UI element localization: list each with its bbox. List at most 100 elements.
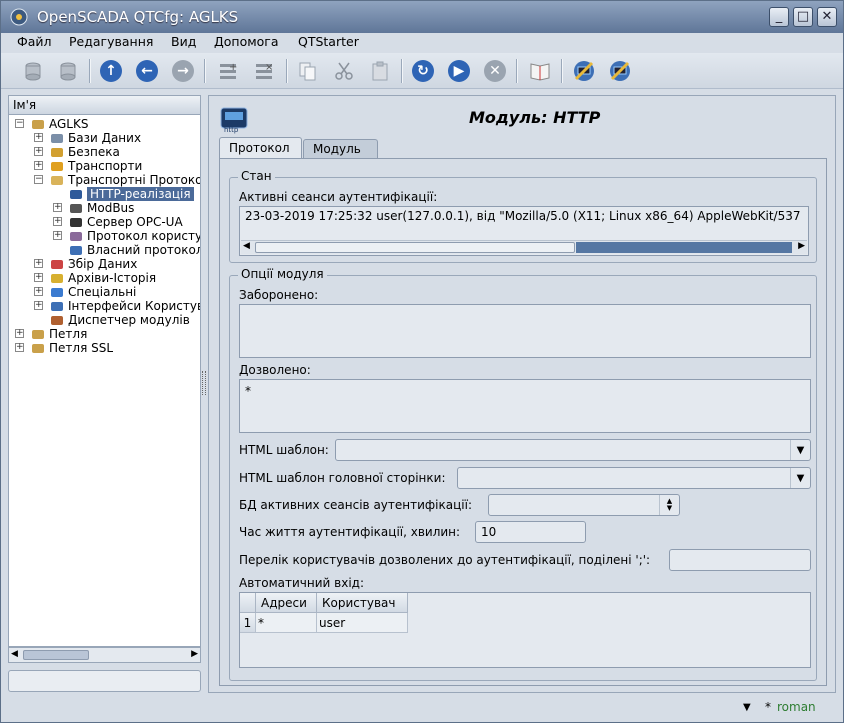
sessions-db-select[interactable]: ▲ ▼ xyxy=(488,494,680,516)
menu-view[interactable]: Вид xyxy=(171,34,196,49)
expand-icon[interactable]: + xyxy=(15,329,24,338)
tree-item-ui[interactable]: + Інтерфейси Користувача xyxy=(9,299,200,313)
html-template-select[interactable]: ▼ xyxy=(335,439,811,461)
menu-help[interactable]: Допомога xyxy=(214,34,279,49)
modified-indicator: * xyxy=(765,700,771,714)
expand-icon[interactable]: + xyxy=(53,231,62,240)
collapse-icon[interactable]: − xyxy=(34,175,43,184)
menu-qtstarter[interactable]: QTStarter xyxy=(298,34,359,49)
cut-button[interactable] xyxy=(331,58,357,84)
allowed-users-input[interactable] xyxy=(669,549,811,571)
db-icon xyxy=(50,131,64,145)
autologin-table[interactable]: Адреси Користувач 1 * user xyxy=(239,592,811,668)
expand-icon[interactable]: + xyxy=(53,217,62,226)
stop-button[interactable]: ✕ xyxy=(482,58,508,84)
column-header-addresses[interactable]: Адреси xyxy=(256,593,317,613)
expand-icon[interactable]: + xyxy=(34,287,43,296)
tree-header[interactable]: Ім'я xyxy=(8,95,201,115)
expand-icon[interactable]: + xyxy=(53,203,62,212)
chevron-down-icon[interactable]: ▼ xyxy=(790,468,810,488)
expand-icon[interactable]: + xyxy=(34,161,43,170)
tree-item-db[interactable]: + Бази Даних xyxy=(9,131,200,145)
scroll-right-arrow-icon[interactable]: ▶ xyxy=(798,241,805,251)
tab-protocol[interactable]: Протокол xyxy=(219,137,302,158)
expand-icon[interactable]: + xyxy=(34,147,43,156)
scroll-right-arrow-icon[interactable]: ▶ xyxy=(191,649,198,659)
page-title: Модуль: HTTP xyxy=(469,108,601,127)
allowed-value: * xyxy=(245,384,251,398)
tree-item-archive[interactable]: + Архіви-Історія xyxy=(9,271,200,285)
tree-item-transport[interactable]: + Транспорти xyxy=(9,159,200,173)
allowed-textarea[interactable]: * xyxy=(239,379,811,433)
menu-file[interactable]: Файл xyxy=(17,34,52,49)
menu-bar: Файл Редагування Вид Допомога QTStarter xyxy=(1,33,843,53)
chevron-down-icon[interactable]: ▼ xyxy=(743,702,751,713)
scroll-left-arrow-icon[interactable]: ◀ xyxy=(11,649,18,659)
refresh-button[interactable]: ↻ xyxy=(410,58,436,84)
modbus-icon xyxy=(69,201,83,215)
denied-textarea[interactable] xyxy=(239,304,811,358)
column-header-user[interactable]: Користувач xyxy=(317,593,408,613)
sessions-horizontal-scrollbar[interactable]: ◀ ▶ xyxy=(241,240,807,254)
expand-icon[interactable]: + xyxy=(34,301,43,310)
manual-button[interactable] xyxy=(527,58,553,84)
up-button[interactable]: ↑ xyxy=(98,58,124,84)
main-page-template-select[interactable]: ▼ xyxy=(457,467,811,489)
config-button-1[interactable] xyxy=(571,58,597,84)
db-save-button[interactable] xyxy=(55,58,81,84)
tree-item-user-protocol[interactable]: + Протокол користувача xyxy=(9,229,200,243)
maximize-button[interactable]: □ xyxy=(793,7,813,27)
tree-item-folder[interactable]: + Петля xyxy=(9,327,200,341)
table-cell-address[interactable]: * xyxy=(256,613,317,633)
config-button-2[interactable] xyxy=(607,58,633,84)
tab-module[interactable]: Модуль xyxy=(303,139,378,159)
tree-item-security[interactable]: + Безпека xyxy=(9,145,200,159)
tree-item-modbus[interactable]: + ModBus xyxy=(9,201,200,215)
copy-icon xyxy=(299,62,316,81)
tree-item-label: HTTP-реалізація xyxy=(87,187,194,201)
back-button[interactable]: ← xyxy=(134,58,160,84)
paste-button[interactable] xyxy=(367,58,393,84)
close-window-button[interactable]: ✕ xyxy=(817,7,837,27)
tree-horizontal-scrollbar[interactable]: ◀ ▶ xyxy=(8,647,201,663)
expand-icon[interactable]: + xyxy=(34,133,43,142)
tree-item-folder-open[interactable]: − Транспортні Протоколи xyxy=(9,173,200,187)
tree-item-self-protocol[interactable]: Власний протокол xyxy=(9,243,200,257)
tree-item-modsched[interactable]: Диспетчер модулів xyxy=(9,313,200,327)
auth-lifetime-input[interactable]: 10 xyxy=(475,521,586,543)
tree-item-http[interactable]: HTTP-реалізація xyxy=(9,187,200,201)
tree-item-daq[interactable]: + Збір Даних xyxy=(9,257,200,271)
tree-item-opcua[interactable]: + Сервер OPC-UA xyxy=(9,215,200,229)
menu-edit[interactable]: Редагування xyxy=(69,34,153,49)
sessions-field[interactable]: 23-03-2019 17:25:32 user(127.0.0.1), від… xyxy=(239,206,809,256)
forward-button[interactable]: → xyxy=(170,58,196,84)
add-item-button[interactable]: + xyxy=(215,58,241,84)
collapse-icon[interactable]: − xyxy=(15,119,24,128)
tree-item-folder[interactable]: + Петля SSL xyxy=(9,341,200,355)
start-button[interactable]: ▶ xyxy=(446,58,472,84)
db-load-button[interactable] xyxy=(20,58,46,84)
scroll-left-arrow-icon[interactable]: ◀ xyxy=(243,241,250,251)
expand-icon[interactable]: + xyxy=(34,259,43,268)
openscada-app-icon[interactable] xyxy=(9,7,29,27)
current-user[interactable]: roman xyxy=(777,700,816,714)
state-group-title: Стан xyxy=(238,169,275,183)
panel-splitter-handle[interactable] xyxy=(202,371,206,395)
chevron-down-icon[interactable]: ▼ xyxy=(790,440,810,460)
tree-item-special[interactable]: + Спеціальні xyxy=(9,285,200,299)
scrollbar-handle[interactable] xyxy=(255,242,575,253)
modsched-icon xyxy=(50,313,64,327)
scrollbar-handle[interactable] xyxy=(23,650,89,660)
table-cell-user[interactable]: user xyxy=(317,613,408,633)
expand-icon[interactable]: + xyxy=(15,343,24,352)
tree-item-folder[interactable]: − AGLKS xyxy=(9,117,200,131)
navigation-tree[interactable]: − AGLKS + Бази Даних + Безпека + Транспорти − Тра… xyxy=(8,115,201,647)
minimize-button[interactable]: _ xyxy=(769,7,789,27)
self-protocol-icon xyxy=(69,243,83,257)
delete-item-button[interactable]: × xyxy=(251,58,277,84)
spin-arrows-icon[interactable]: ▲ ▼ xyxy=(659,495,679,515)
copy-button[interactable] xyxy=(295,58,321,84)
expand-icon[interactable]: + xyxy=(34,273,43,282)
module-options-title: Опції модуля xyxy=(238,267,327,281)
tree-item-label: Бази Даних xyxy=(68,131,142,145)
